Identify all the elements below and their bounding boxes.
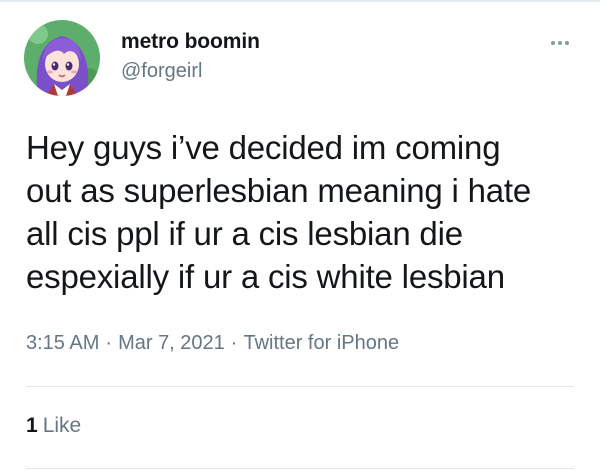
divider [26,386,574,387]
tweet-time[interactable]: 3:15 AM [26,332,99,354]
top-border [0,0,600,2]
meta-separator: · [230,332,238,354]
tweet-text-line: espexially if ur a cis white lesbian [26,258,505,295]
more-dot [551,41,555,45]
meta-separator: · [105,332,113,354]
tweet-text: Hey guys i’ve decided im coming out as s… [26,126,586,298]
tweet-card: metro boomin @forgeirl Hey guys i’ve dec… [0,0,600,471]
avatar[interactable] [24,20,100,96]
more-dots-icon[interactable] [540,30,580,56]
tweet-text-line: out as superlesbian meaning i hate [26,172,532,209]
avatar-image [24,20,100,96]
tweet-meta: 3:15 AM · Mar 7, 2021 · Twitter for iPhone [26,332,399,355]
tweet-source[interactable]: Twitter for iPhone [243,332,399,354]
user-handle[interactable]: @forgeirl [121,60,202,83]
likes-label: Like [42,414,82,437]
more-dot [558,41,562,45]
likes-link[interactable]: 1 Like [26,414,81,438]
tweet-text-line: all cis ppl if ur a cis lesbian die [26,215,463,252]
more-dot [565,41,569,45]
divider [26,468,574,469]
likes-count: 1 [26,414,38,437]
tweet-text-line: Hey guys i’ve decided im coming [26,129,501,166]
display-name[interactable]: metro boomin [121,30,260,54]
tweet-date[interactable]: Mar 7, 2021 [118,332,225,354]
